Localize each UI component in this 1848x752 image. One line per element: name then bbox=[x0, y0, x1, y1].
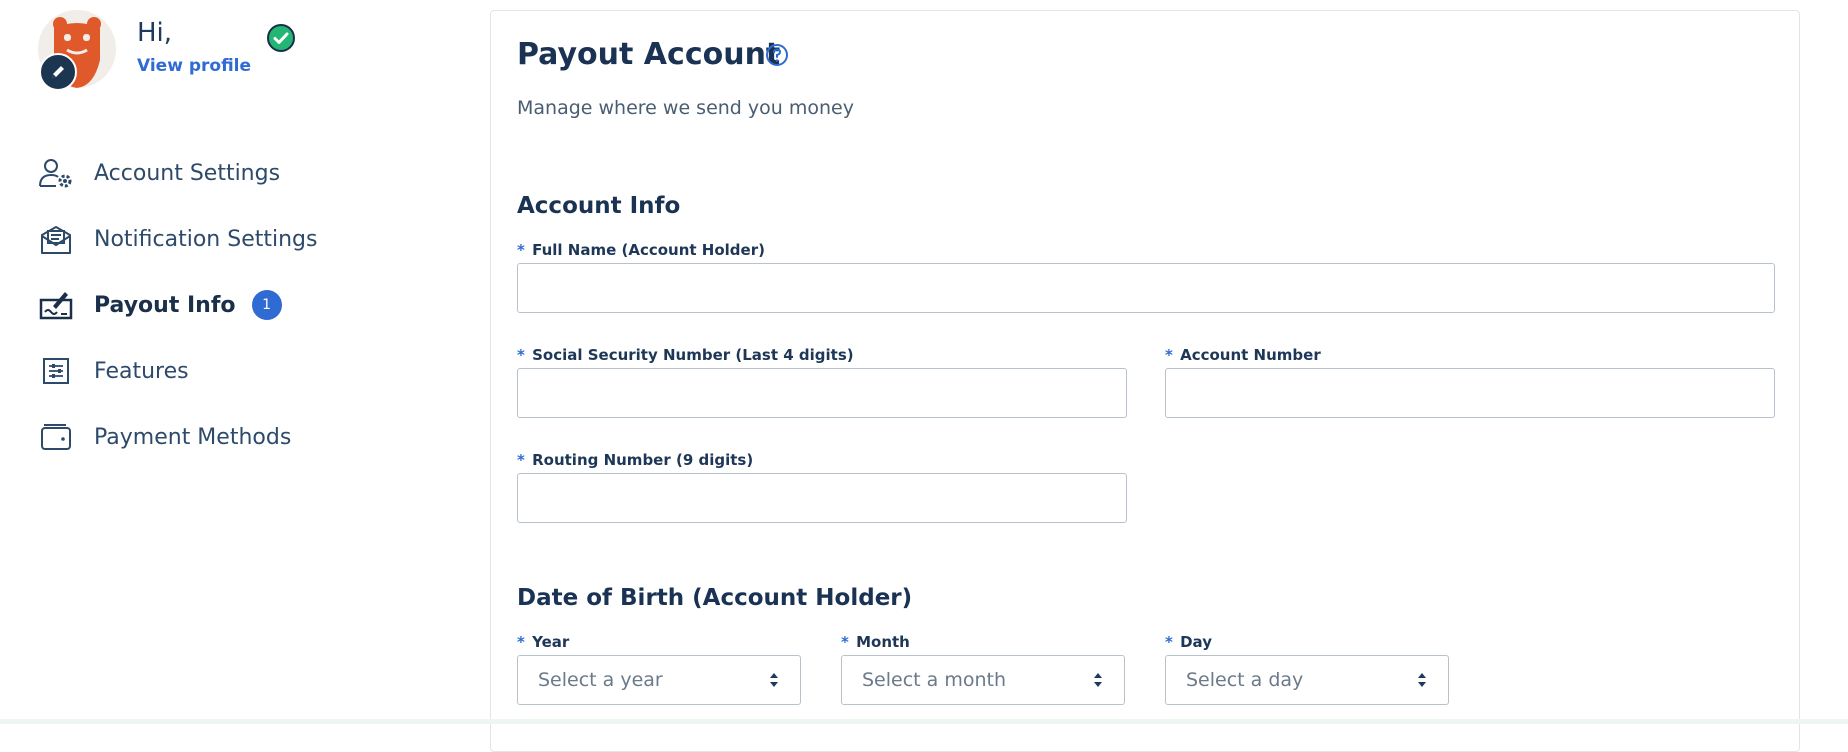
day-label: * Day bbox=[1165, 633, 1212, 651]
page-subtitle: Manage where we send you money bbox=[517, 97, 854, 119]
sidebar-item-label: Account Settings bbox=[94, 160, 281, 186]
account-number-input[interactable] bbox=[1165, 368, 1775, 418]
user-gear-icon bbox=[38, 155, 74, 191]
page-bottom-divider bbox=[0, 719, 1848, 724]
notification-count-badge: 1 bbox=[251, 290, 282, 320]
sort-caret-icon bbox=[770, 673, 778, 687]
full-name-input[interactable] bbox=[517, 263, 1775, 313]
wallet-icon bbox=[38, 419, 74, 455]
pencil-icon bbox=[52, 66, 64, 78]
section-title-date-of-birth: Date of Birth (Account Holder) bbox=[517, 585, 913, 611]
sort-caret-icon bbox=[1094, 673, 1102, 687]
profile-header: Hi, View profile bbox=[38, 10, 338, 91]
day-select[interactable]: Select a day bbox=[1165, 655, 1449, 705]
required-marker: * bbox=[517, 633, 525, 651]
sidebar-item-label: Features bbox=[94, 358, 189, 384]
sidebar-item-label: Payment Methods bbox=[94, 424, 292, 450]
sidebar-item-payout-info[interactable]: Payout Info 1 bbox=[38, 272, 438, 338]
page-title: Payout Account bbox=[517, 37, 781, 72]
sidebar-item-label: Notification Settings bbox=[94, 226, 318, 252]
sidebar-item-payment-methods[interactable]: Payment Methods bbox=[38, 404, 438, 470]
required-marker: * bbox=[1165, 346, 1173, 364]
required-marker: * bbox=[1165, 633, 1173, 651]
sliders-icon bbox=[38, 353, 74, 389]
payout-check-icon bbox=[38, 287, 74, 323]
ssn-input[interactable] bbox=[517, 368, 1127, 418]
year-label: * Year bbox=[517, 633, 570, 651]
sort-caret-icon bbox=[1418, 673, 1426, 687]
routing-number-input[interactable] bbox=[517, 473, 1127, 523]
day-select-value: Select a day bbox=[1186, 669, 1304, 691]
help-icon[interactable] bbox=[764, 42, 790, 68]
required-marker: * bbox=[517, 451, 525, 469]
required-marker: * bbox=[517, 241, 525, 259]
sidebar-item-features[interactable]: Features bbox=[38, 338, 438, 404]
full-name-label: * Full Name (Account Holder) bbox=[517, 241, 765, 259]
required-marker: * bbox=[841, 633, 849, 651]
month-label: * Month bbox=[841, 633, 910, 651]
edit-avatar-button[interactable] bbox=[39, 53, 77, 91]
sidebar-nav: Account Settings Notification Settings P… bbox=[38, 140, 438, 470]
verified-check-icon bbox=[267, 24, 295, 52]
ssn-label: * Social Security Number (Last 4 digits) bbox=[517, 346, 854, 364]
month-select-value: Select a month bbox=[862, 669, 1007, 691]
section-title-account-info: Account Info bbox=[517, 193, 681, 219]
greeting: Hi, bbox=[137, 18, 173, 48]
sidebar-item-label: Payout Info bbox=[94, 292, 236, 318]
account-number-label: * Account Number bbox=[1165, 346, 1321, 364]
mail-notification-icon bbox=[38, 221, 74, 257]
sidebar-item-account-settings[interactable]: Account Settings bbox=[38, 140, 438, 206]
month-select[interactable]: Select a month bbox=[841, 655, 1125, 705]
year-select[interactable]: Select a year bbox=[517, 655, 801, 705]
required-marker: * bbox=[517, 346, 525, 364]
payout-account-card: Payout Account Manage where we send you … bbox=[490, 10, 1800, 752]
sidebar-item-notification-settings[interactable]: Notification Settings bbox=[38, 206, 438, 272]
view-profile-link[interactable]: View profile bbox=[137, 56, 251, 76]
routing-number-label: * Routing Number (9 digits) bbox=[517, 451, 754, 469]
year-select-value: Select a year bbox=[538, 669, 663, 691]
